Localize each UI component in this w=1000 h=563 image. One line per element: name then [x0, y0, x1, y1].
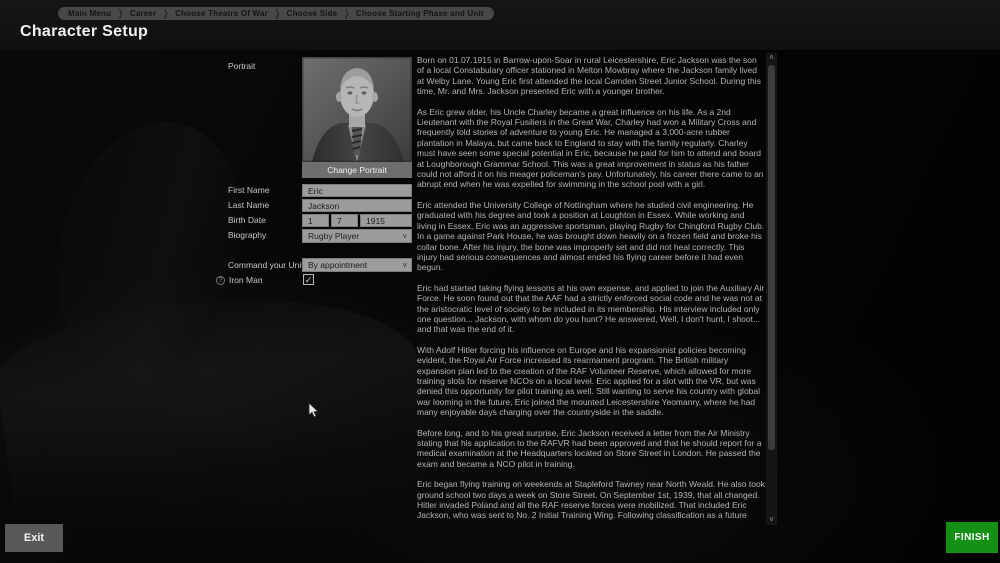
breadcrumb-item-choose-phase-unit[interactable]: Choose Starting Phase and Unit	[356, 9, 484, 18]
breadcrumb-item-main-menu[interactable]: Main Menu	[68, 9, 111, 18]
last-name-input[interactable]: Jackson	[302, 199, 412, 212]
bio-scrollbar[interactable]: ˄ ˅	[766, 53, 777, 525]
portrait-photo	[302, 57, 412, 162]
background-aircraft-shape	[0, 271, 431, 509]
command-unit-label: Command your Unit	[228, 260, 304, 270]
bio-paragraph: Born on 01.07.1915 in Barrow-upon-Soar i…	[417, 55, 761, 97]
biography-text-panel[interactable]: Born on 01.07.1915 in Barrow-upon-Soar i…	[417, 55, 765, 520]
breadcrumb-item-career[interactable]: Career	[130, 9, 157, 18]
bio-paragraph: Eric began flying training on weekends a…	[417, 479, 765, 520]
portrait-label: Portrait	[228, 61, 256, 71]
biography-label: Biography	[228, 230, 267, 240]
check-icon: ✓	[304, 275, 313, 285]
breadcrumb-separator-icon: ❭	[343, 7, 350, 20]
character-setup-screen: Main Menu ❭ Career ❭ Choose Theatre Of W…	[0, 0, 1000, 563]
birth-year-input[interactable]: 1915	[360, 214, 412, 227]
breadcrumb-item-choose-theatre[interactable]: Choose Theatre Of War	[175, 9, 268, 18]
chevron-down-icon: ˅	[402, 261, 407, 270]
command-unit-dropdown[interactable]: By appointment ˅	[302, 258, 412, 272]
exit-button[interactable]: Exit	[5, 524, 63, 552]
page-title: Character Setup	[20, 23, 149, 40]
breadcrumb-item-choose-side[interactable]: Choose Side	[287, 9, 338, 18]
mouse-cursor-icon	[308, 402, 319, 418]
finish-button[interactable]: FINISH	[946, 522, 998, 553]
chevron-down-icon: ˅	[402, 232, 407, 241]
first-name-label: First Name	[228, 185, 270, 195]
help-icon: ?	[216, 275, 225, 285]
bio-paragraph: Eric attended the University College of …	[417, 199, 765, 273]
scroll-up-icon[interactable]: ˄	[766, 53, 777, 63]
scroll-down-icon[interactable]: ˅	[766, 515, 777, 525]
birth-day-input[interactable]: 1	[302, 214, 329, 227]
change-portrait-button[interactable]: Change Portrait	[302, 162, 412, 178]
bio-paragraph: Before long, and to his great surprise, …	[417, 427, 762, 469]
bio-paragraph: Eric had started taking flying lessons a…	[417, 282, 765, 335]
command-unit-dropdown-value: By appointment	[308, 260, 368, 270]
portrait-image	[302, 57, 412, 162]
biography-dropdown-value: Rugby Player	[308, 231, 360, 241]
iron-man-row: ? Iron Man	[216, 275, 263, 285]
first-name-input[interactable]: Eric	[302, 184, 412, 197]
iron-man-label: Iron Man	[229, 275, 263, 285]
breadcrumb: Main Menu ❭ Career ❭ Choose Theatre Of W…	[58, 7, 494, 20]
iron-man-checkbox[interactable]: ✓	[303, 274, 314, 285]
breadcrumb-separator-icon: ❭	[273, 7, 281, 20]
background-scene-shape	[31, 102, 269, 398]
birth-date-label: Birth Date	[228, 215, 266, 225]
breadcrumb-separator-icon: ❭	[162, 7, 170, 20]
birth-month-input[interactable]: 7	[331, 214, 358, 227]
biography-dropdown[interactable]: Rugby Player ˅	[302, 229, 412, 243]
last-name-label: Last Name	[228, 200, 270, 210]
scrollbar-thumb[interactable]	[768, 65, 775, 450]
top-header: Main Menu ❭ Career ❭ Choose Theatre Of W…	[0, 0, 1000, 50]
breadcrumb-separator-icon: ❭	[117, 7, 124, 20]
bio-paragraph: As Eric grew older, his Uncle Charley be…	[417, 106, 764, 190]
bio-paragraph: With Adolf Hitler forcing his influence …	[417, 344, 761, 418]
